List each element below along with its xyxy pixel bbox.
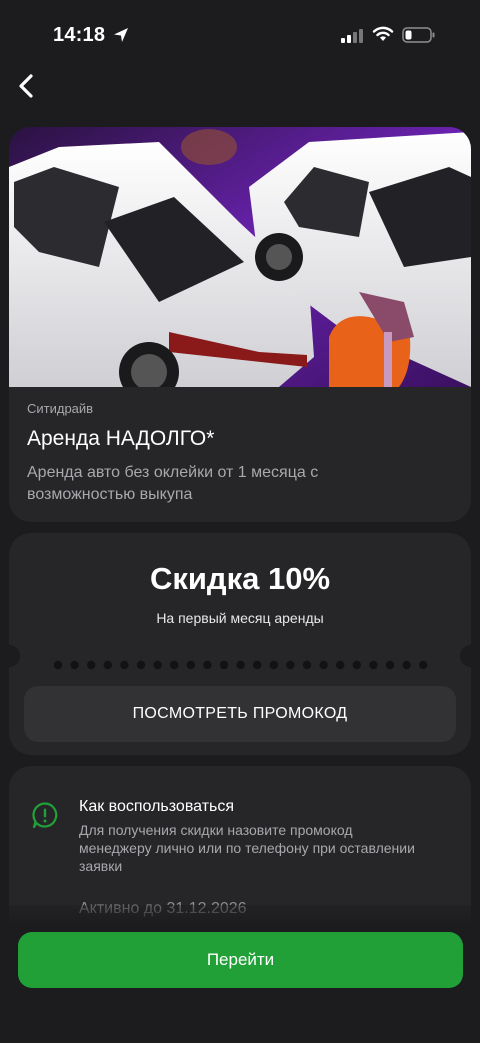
offer-title: Аренда НАДОЛГО* <box>27 427 215 450</box>
divider-dot <box>385 660 395 670</box>
hero-image <box>9 127 471 387</box>
divider-dot <box>70 660 79 670</box>
ticket-notch-left <box>0 645 20 667</box>
dotted-divider <box>53 660 428 670</box>
divider-dot <box>53 660 63 670</box>
discount-subtitle: На первый месяц аренды <box>156 610 324 626</box>
divider-dot <box>219 660 229 670</box>
divider-dot <box>336 660 345 670</box>
divider-dot <box>352 660 361 670</box>
divider-dot <box>302 660 312 670</box>
discount-card: Скидка 10% На первый месяц аренды ПОСМОТ… <box>0 533 480 755</box>
info-icon <box>32 802 58 829</box>
status-time: 14:18 <box>53 24 106 46</box>
location-arrow-icon <box>114 28 128 42</box>
battery-icon <box>402 27 435 43</box>
divider-dot <box>136 660 146 670</box>
offer-description: Аренда авто без оклейки от 1 месяца с во… <box>27 464 319 503</box>
divider-dot <box>203 660 212 670</box>
divider-dot <box>369 660 378 670</box>
divider-dot <box>286 660 295 670</box>
divider-dot <box>236 660 245 670</box>
divider-dot <box>120 660 129 670</box>
signal-icon <box>341 29 363 43</box>
how-to-text: Для получения скидки назовите промокод м… <box>79 822 415 874</box>
divider-dot <box>402 660 411 670</box>
wifi-icon <box>372 26 394 41</box>
divider-dot <box>153 660 162 670</box>
back-chevron-icon[interactable] <box>10 70 40 102</box>
how-to-title: Как воспользоваться <box>79 798 235 815</box>
view-promocode-button[interactable]: ПОСМОТРЕТЬ ПРОМОКОД <box>24 686 456 742</box>
divider-dot <box>103 660 112 670</box>
divider-dot <box>87 660 96 670</box>
go-button[interactable]: Перейти <box>18 932 463 988</box>
offer-card[interactable]: Ситидрайв Аренда НАДОЛГО* Аренда авто бе… <box>9 127 471 522</box>
brand-label: Ситидрайв <box>27 401 94 416</box>
divider-dot <box>170 660 179 670</box>
status-bar: 14:18 <box>0 0 480 70</box>
ticket-notch-right <box>460 645 480 667</box>
divider-dot <box>269 660 278 670</box>
divider-dot <box>319 660 328 670</box>
divider-dot <box>186 660 195 670</box>
divider-dot <box>419 660 428 670</box>
discount-headline: Скидка 10% <box>149 561 331 596</box>
divider-dot <box>253 660 262 670</box>
